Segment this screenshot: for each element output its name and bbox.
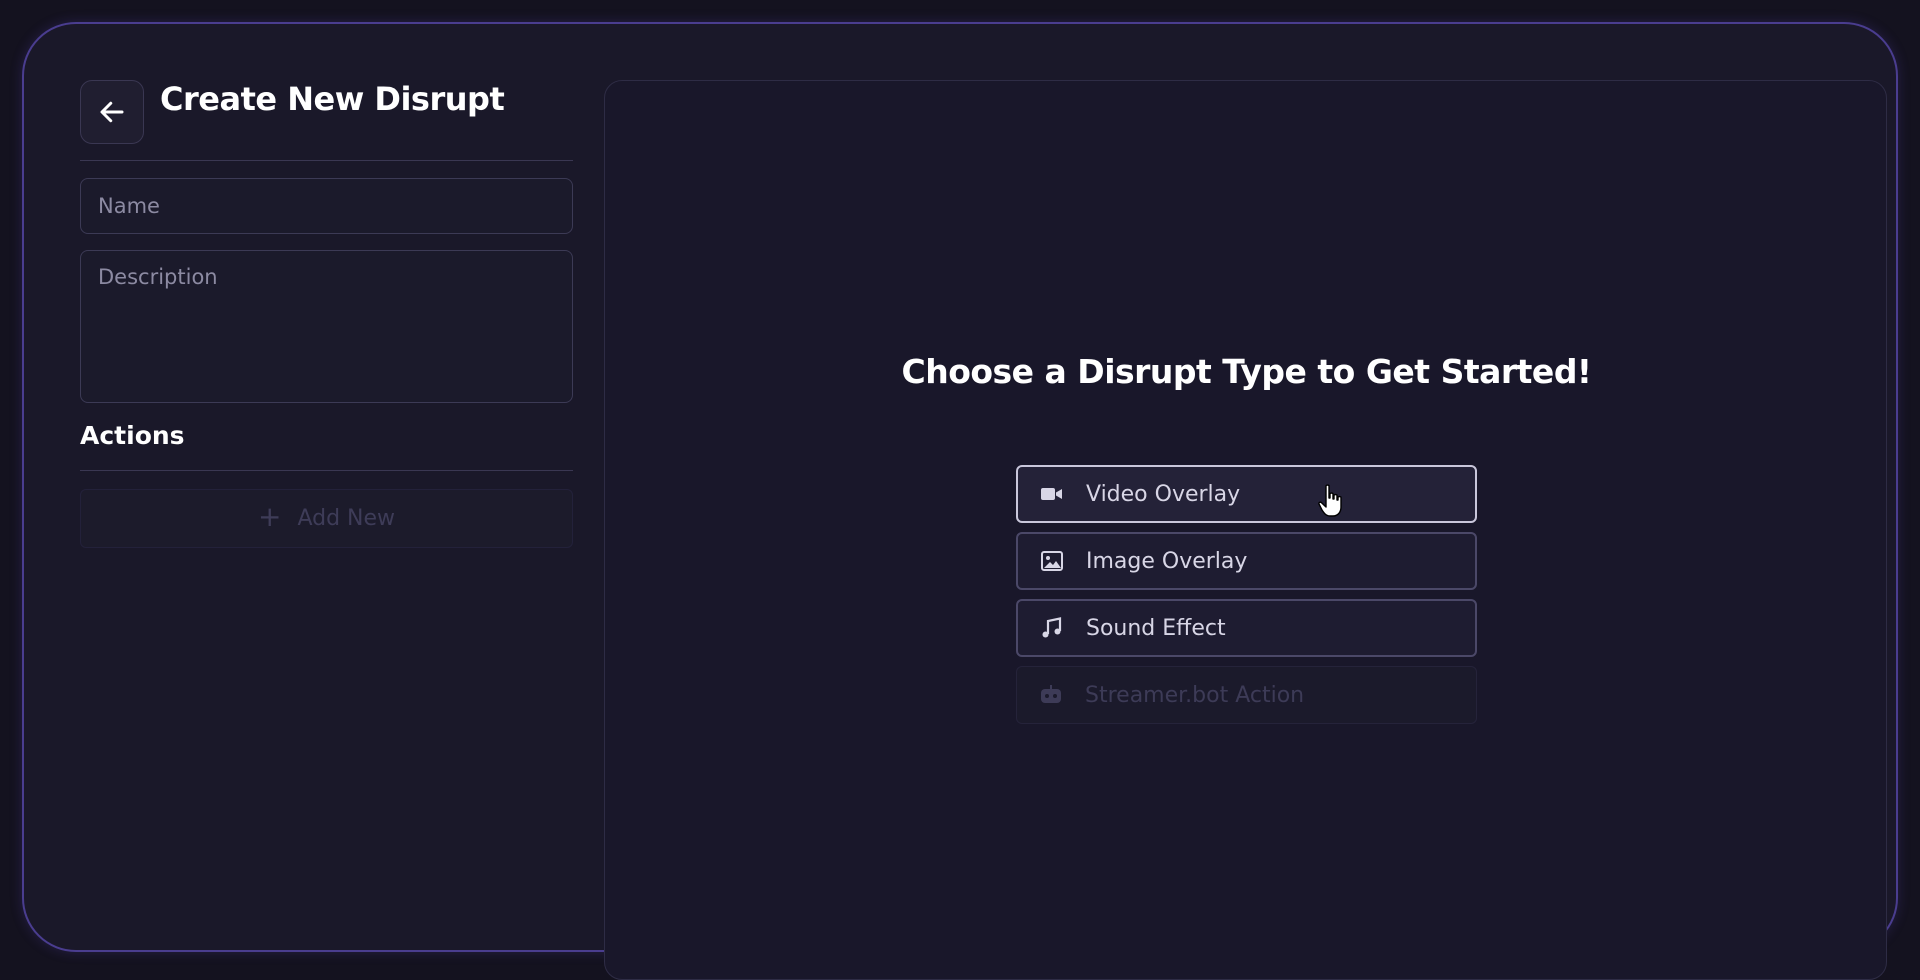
robot-icon: [1039, 683, 1063, 707]
main-title: Choose a Disrupt Type to Get Started!: [901, 352, 1592, 391]
video-camera-icon: [1040, 482, 1064, 506]
main-panel: Choose a Disrupt Type to Get Started! Vi…: [604, 80, 1887, 980]
image-overlay-button[interactable]: Image Overlay: [1016, 532, 1477, 590]
streamerbot-action-label: Streamer.bot Action: [1085, 682, 1305, 708]
description-input[interactable]: [80, 250, 573, 403]
header-divider: [80, 160, 573, 161]
video-overlay-label: Video Overlay: [1086, 481, 1241, 507]
actions-divider: [80, 470, 573, 471]
header-row: Create New Disrupt: [80, 80, 573, 144]
image-overlay-label: Image Overlay: [1086, 548, 1248, 574]
page-title: Create New Disrupt: [160, 80, 505, 118]
streamerbot-action-button[interactable]: Streamer.bot Action: [1016, 666, 1477, 724]
sound-effect-label: Sound Effect: [1086, 615, 1226, 641]
sound-effect-button[interactable]: Sound Effect: [1016, 599, 1477, 657]
image-icon: [1040, 549, 1064, 573]
arrow-left-icon: [100, 101, 124, 123]
left-panel: Create New Disrupt Actions + Add New: [80, 80, 573, 548]
name-input[interactable]: [80, 178, 573, 234]
plus-icon: +: [257, 499, 282, 533]
app-window: Create New Disrupt Actions + Add New Cho…: [22, 22, 1898, 980]
video-overlay-button[interactable]: Video Overlay: [1016, 465, 1477, 523]
music-note-icon: [1040, 616, 1064, 640]
back-button[interactable]: [80, 80, 144, 144]
add-new-button[interactable]: + Add New: [80, 489, 573, 548]
add-new-label: Add New: [297, 506, 396, 531]
disrupt-type-list: Video Overlay Image Overlay Sound Effect…: [1016, 465, 1477, 733]
actions-heading: Actions: [80, 421, 185, 450]
